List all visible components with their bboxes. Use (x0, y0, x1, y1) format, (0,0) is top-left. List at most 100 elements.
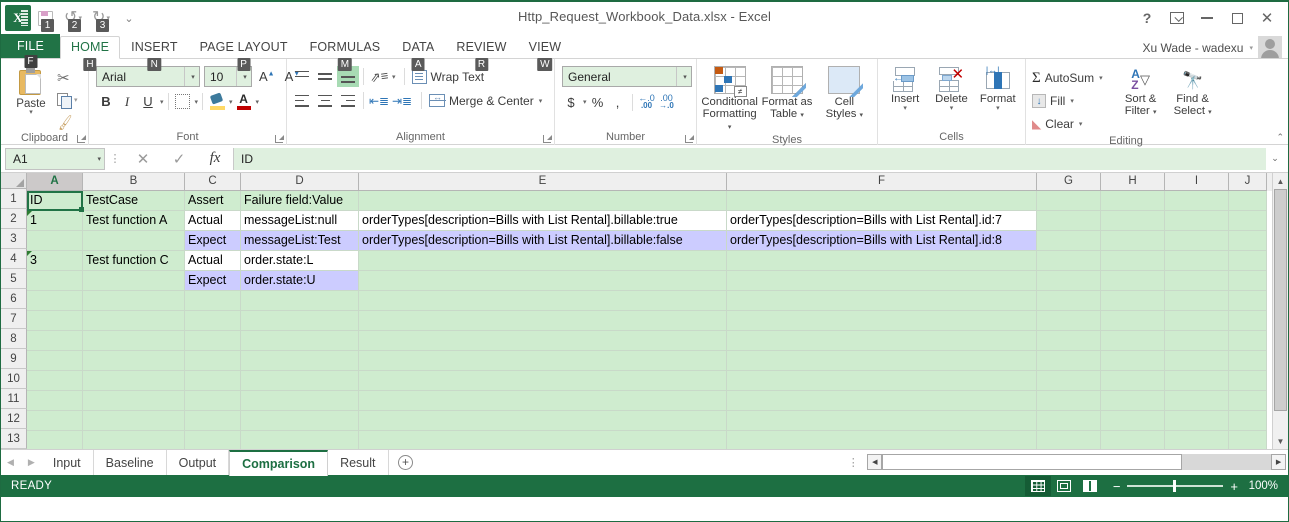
cell-I1[interactable] (1165, 191, 1229, 211)
cell-E10[interactable] (359, 371, 727, 391)
select-all-button[interactable] (1, 173, 27, 189)
previous-sheet-button[interactable]: ◀ (7, 457, 14, 468)
cell-D1[interactable]: Failure field:Value (241, 191, 359, 211)
paste-button[interactable]: Paste ▾ (5, 64, 57, 116)
cell-G1[interactable] (1037, 191, 1101, 211)
underline-button[interactable]: U (138, 91, 158, 112)
cell-G5[interactable] (1037, 271, 1101, 291)
name-box-caret-icon[interactable]: ▾ (97, 155, 101, 163)
format-as-table-caret-icon[interactable]: ▾ (800, 112, 804, 119)
expand-formula-bar-button[interactable]: ⌄ (1266, 153, 1284, 164)
number-dialog-launcher[interactable] (685, 135, 694, 144)
cell-I12[interactable] (1165, 411, 1229, 431)
cell-H12[interactable] (1101, 411, 1165, 431)
cell-E8[interactable] (359, 331, 727, 351)
scroll-up-button[interactable]: ▲ (1272, 173, 1288, 189)
row-header-4[interactable]: 4 (1, 249, 27, 269)
tab-insert[interactable]: INSERT N (120, 37, 189, 71)
cell-D12[interactable] (241, 411, 359, 431)
avatar[interactable] (1258, 36, 1282, 60)
insert-cells-button[interactable]: ← Insert ▾ (882, 64, 928, 112)
cell-G7[interactable] (1037, 311, 1101, 331)
sheet-tab-comparison[interactable]: Comparison (229, 450, 329, 476)
font-dialog-launcher[interactable] (275, 135, 284, 144)
cell-E5[interactable] (359, 271, 727, 291)
cell-I5[interactable] (1165, 271, 1229, 291)
cell-B12[interactable] (83, 411, 185, 431)
underline-caret-icon[interactable]: ▾ (160, 98, 164, 106)
cell-H9[interactable] (1101, 351, 1165, 371)
formula-input[interactable]: ID (233, 147, 1266, 170)
sheet-tab-output[interactable]: Output (167, 450, 230, 475)
sheet-tab-result[interactable]: Result (328, 450, 389, 475)
zoom-out-button[interactable]: − (1113, 480, 1121, 493)
cell-C6[interactable] (185, 291, 241, 311)
cell-B10[interactable] (83, 371, 185, 391)
merge-center-button[interactable]: Merge & Center ▾ (426, 90, 545, 111)
cell-C12[interactable] (185, 411, 241, 431)
cell-E1[interactable] (359, 191, 727, 211)
cell-I13[interactable] (1165, 431, 1229, 449)
vertical-scrollbar[interactable]: ▲ ▼ (1272, 173, 1288, 449)
cell-B6[interactable] (83, 291, 185, 311)
column-header-f[interactable]: F (727, 173, 1037, 191)
cell-H4[interactable] (1101, 251, 1165, 271)
cell-A6[interactable] (27, 291, 83, 311)
clear-button[interactable]: ◣ Clear ▾ (1032, 113, 1103, 135)
cell-C4[interactable]: Actual (185, 251, 241, 271)
cell-J7[interactable] (1229, 311, 1267, 331)
cell-E7[interactable] (359, 311, 727, 331)
cell-B11[interactable] (83, 391, 185, 411)
row-header-5[interactable]: 5 (1, 269, 27, 289)
fill-color-button[interactable] (207, 91, 227, 112)
format-cells-button[interactable]: |↔| Format ▾ (975, 64, 1021, 113)
cell-J5[interactable] (1229, 271, 1267, 291)
zoom-in-button[interactable]: + (1230, 480, 1238, 493)
orientation-caret-icon[interactable]: ▾ (392, 73, 396, 81)
autosum-button[interactable]: Σ AutoSum ▾ (1032, 67, 1103, 89)
normal-view-button[interactable] (1024, 476, 1051, 496)
cell-A8[interactable] (27, 331, 83, 351)
cell-G6[interactable] (1037, 291, 1101, 311)
cell-D9[interactable] (241, 351, 359, 371)
cell-A13[interactable] (27, 431, 83, 449)
cell-H5[interactable] (1101, 271, 1165, 291)
row-header-6[interactable]: 6 (1, 289, 27, 309)
close-button[interactable]: ✕ (1252, 6, 1282, 30)
cell-D4[interactable]: order.state:L (241, 251, 359, 271)
cell-C13[interactable] (185, 431, 241, 449)
tab-view[interactable]: VIEW W (518, 37, 573, 71)
cell-A3[interactable] (27, 231, 83, 251)
row-header-1[interactable]: 1 (1, 189, 27, 209)
cell-I8[interactable] (1165, 331, 1229, 351)
conditional-formatting-caret-icon[interactable]: ▾ (728, 124, 732, 131)
borders-button[interactable] (173, 91, 193, 112)
cell-G3[interactable] (1037, 231, 1101, 251)
increase-decimal-button[interactable]: ←.0.00 (638, 92, 656, 112)
cell-A10[interactable] (27, 371, 83, 391)
column-header-g[interactable]: G (1037, 173, 1101, 191)
hscroll-track[interactable] (882, 454, 1272, 470)
cell-H1[interactable] (1101, 191, 1165, 211)
fill-button[interactable]: ↓ Fill ▾ (1032, 90, 1103, 112)
row-header-2[interactable]: 2 (1, 209, 27, 229)
cell-J12[interactable] (1229, 411, 1267, 431)
cell-C2[interactable]: Actual (185, 211, 241, 231)
cell-D10[interactable] (241, 371, 359, 391)
cell-A1[interactable]: ID (27, 191, 83, 211)
cut-button[interactable]: ✂ (57, 68, 78, 88)
paste-caret-icon[interactable]: ▾ (29, 109, 33, 116)
top-align-button[interactable] (291, 66, 313, 87)
zoom-slider-thumb[interactable] (1173, 480, 1177, 492)
cell-E6[interactable] (359, 291, 727, 311)
cell-H13[interactable] (1101, 431, 1165, 449)
row-header-3[interactable]: 3 (1, 229, 27, 249)
cell-D11[interactable] (241, 391, 359, 411)
cell-I11[interactable] (1165, 391, 1229, 411)
minimize-button[interactable] (1192, 6, 1222, 30)
cell-D2[interactable]: messageList:null (241, 211, 359, 231)
formula-bar-handle[interactable]: ⋮ (105, 152, 125, 165)
cell-B9[interactable] (83, 351, 185, 371)
cell-I6[interactable] (1165, 291, 1229, 311)
cell-J11[interactable] (1229, 391, 1267, 411)
